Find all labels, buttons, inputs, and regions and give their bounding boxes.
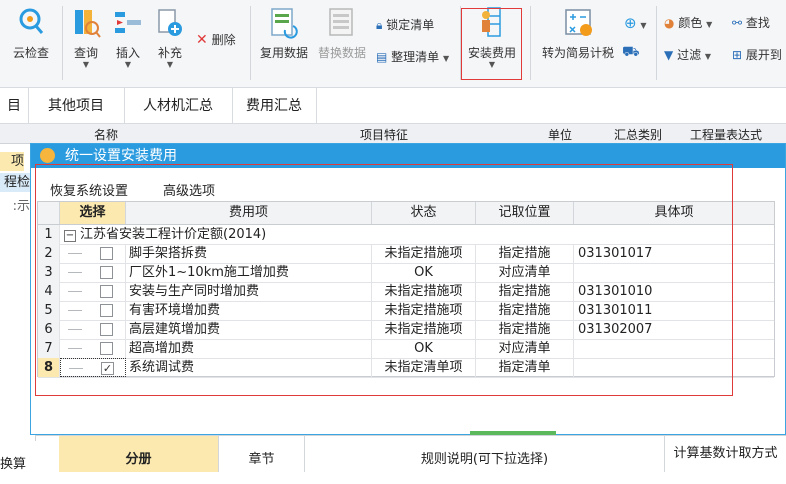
left-item-hint: 示: [12, 199, 30, 214]
header-feature: 项目特征 [360, 128, 409, 142]
cloud-search-icon [19, 8, 44, 34]
lock-icon: 🔒︎ [376, 18, 383, 32]
tab-cost-summary[interactable]: 费用汇总 [232, 88, 317, 124]
replace-data-button[interactable]: 替换数据 [314, 4, 370, 74]
color-label: 颜色 [678, 16, 703, 30]
left-item-check[interactable]: 程检 [0, 173, 30, 192]
to-simple-tax-button[interactable]: 转为简易计税 [538, 4, 618, 74]
chevron-down-icon: ▼ [82, 60, 90, 69]
lock-list-button[interactable]: 🔒︎ 锁定清单 [376, 16, 434, 33]
module-tabs: 目 其他项目 人材机汇总 费用汇总 [0, 88, 786, 124]
header-summary: 汇总类别 [614, 128, 663, 142]
organize-list-button[interactable]: ▤ 整理清单 ▼ [376, 48, 449, 65]
bottom-left-label: 换算 [0, 457, 27, 472]
find-label: 查找 [745, 16, 770, 30]
tab-labor-material-summary[interactable]: 人材机汇总 [124, 88, 233, 124]
header-fenche[interactable]: 分册 [59, 436, 219, 472]
truck-button[interactable]: ⛟ [622, 44, 640, 62]
header-chapter[interactable]: 章节 [219, 436, 305, 472]
delete-button[interactable]: ✕ 删除 [196, 31, 236, 48]
query-book-icon [75, 10, 101, 38]
replace-data-label: 替换数据 [317, 46, 366, 60]
organize-list-icon: ▤ [376, 50, 388, 64]
app-logo-icon [40, 148, 55, 163]
delete-label: 删除 [211, 33, 236, 47]
reuse-data-button[interactable]: 复用数据 [256, 4, 312, 74]
left-item-project[interactable]: 项目 [0, 152, 24, 171]
insert-rows-icon [115, 12, 141, 33]
find-button[interactable]: ⚯ 查找 [732, 14, 770, 31]
globe-icon: ⊕ [624, 14, 637, 32]
binoculars-icon: ⚯ [732, 16, 743, 30]
filter-label: 过滤 [677, 48, 702, 62]
list-grid-header: 名称 项目特征 单位 汇总类别 工程量表达式 [0, 124, 786, 144]
expand-to-button[interactable]: ⊞ 展开到 [732, 46, 782, 63]
add-document-icon [158, 9, 182, 36]
query-button[interactable]: 查询 ▼ [66, 4, 106, 74]
insert-button[interactable]: 插入 ▼ [108, 4, 148, 74]
expand-to-label: 展开到 [745, 48, 782, 62]
supplement-label: 补充 [157, 46, 182, 60]
chevron-down-icon: ▼ [166, 60, 174, 69]
header-unit: 单位 [548, 128, 573, 142]
header-name: 名称 [94, 128, 119, 142]
tab-project[interactable]: 目 [0, 88, 29, 124]
replace-data-icon [329, 8, 353, 36]
rules-panel-header: 分册 章节 规则说明(可下拉选择) 计算基数计取方式 [36, 435, 786, 472]
tax-globe-button[interactable]: ⊕ ▼ [624, 14, 647, 32]
chevron-down-icon: ▼ [124, 60, 132, 69]
truck-icon: ⛟ [622, 44, 640, 60]
chevron-down-icon: ▼ [706, 20, 713, 29]
chevron-down-icon: ▼ [640, 21, 647, 30]
header-formula: 工程量表达式 [690, 128, 763, 142]
ribbon-toolbar: 云检查 查询 ▼ 插入 ▼ 补充 ▼ ✕ 删除 复用数据 替换数据 🔒︎ 锁定清… [0, 0, 786, 88]
install-fee-highlight-box [461, 8, 522, 80]
color-button[interactable]: ◕ 颜色 ▼ [664, 14, 712, 31]
header-rules[interactable]: 规则说明(可下拉选择) [305, 436, 665, 472]
cloud-check-label: 云检查 [12, 46, 49, 60]
filter-button[interactable]: ▼ 过滤 ▼ [664, 46, 711, 63]
header-calc-base[interactable]: 计算基数计取方式 [665, 436, 786, 472]
chevron-down-icon: ▼ [704, 52, 712, 61]
filter-icon: ▼ [664, 48, 674, 62]
organize-list-label: 整理清单 [391, 50, 440, 64]
reuse-data-label: 复用数据 [259, 46, 308, 60]
fee-grid-highlight-box [35, 164, 733, 396]
cloud-check-button[interactable]: 云检查 [6, 4, 56, 74]
supplement-button[interactable]: 补充 ▼ [150, 4, 190, 74]
tree-expand-icon: ⊞ [732, 48, 743, 62]
to-simple-tax-label: 转为简易计税 [541, 46, 614, 60]
tab-other-items[interactable]: 其他项目 [28, 88, 125, 124]
query-label: 查询 [73, 46, 98, 60]
lock-list-label: 锁定清单 [386, 18, 435, 32]
chevron-down-icon: ▼ [443, 54, 450, 63]
reuse-data-icon [271, 8, 298, 39]
palette-icon: ◕ [664, 16, 675, 30]
delete-x-icon: ✕ [196, 32, 208, 48]
calculator-icon [565, 9, 592, 36]
insert-label: 插入 [115, 46, 140, 60]
